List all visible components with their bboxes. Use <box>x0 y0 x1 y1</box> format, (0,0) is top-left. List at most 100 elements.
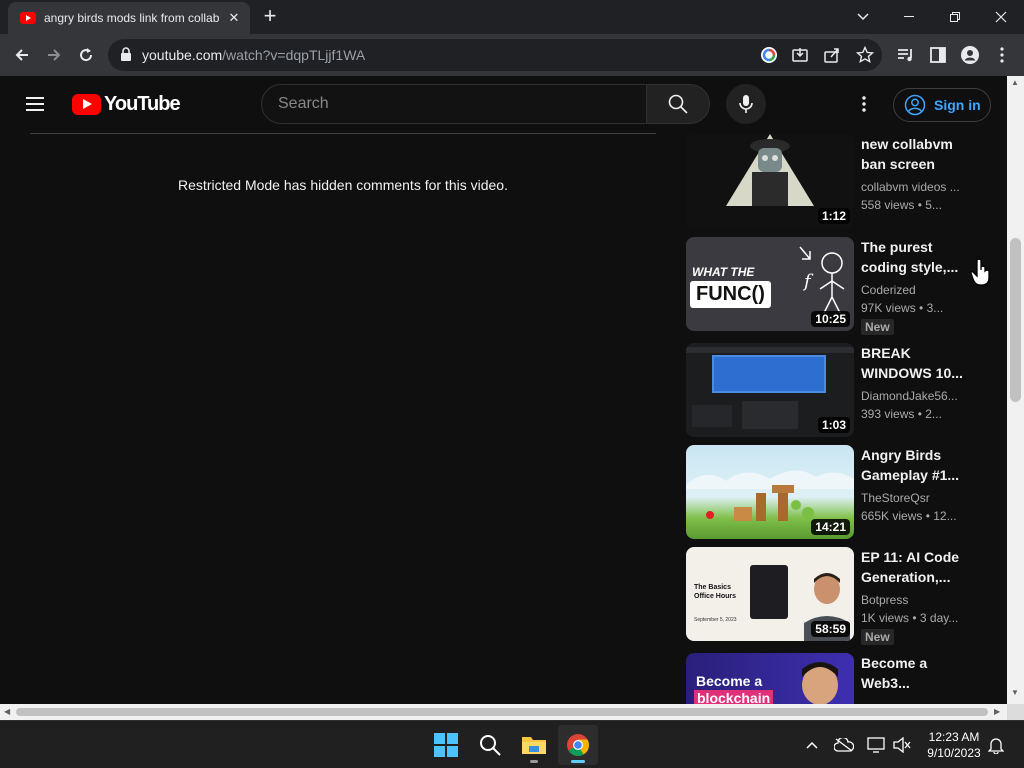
video-age: 3 day... <box>919 611 959 625</box>
video-channel[interactable]: Coderized <box>861 283 916 297</box>
minimize-button[interactable] <box>886 0 932 34</box>
thumbnail-text: The Basics Office Hours <box>694 584 737 600</box>
chrome-taskbar-button[interactable] <box>558 725 598 765</box>
horizontal-scrollbar[interactable]: ◀ ▶ <box>0 704 1007 720</box>
system-clock[interactable]: 12:23 AM 9/10/2023 <box>920 729 988 761</box>
browser-tab-strip: angry birds mods link from collab ✕ + <box>0 0 1024 34</box>
video-views: 1K views <box>861 611 910 625</box>
video-thumbnail[interactable]: Become a blockchain <box>686 653 854 704</box>
related-video-item[interactable]: 14:21 Angry Birds Gameplay #1... TheStor… <box>686 445 976 541</box>
voice-search-button[interactable] <box>726 84 766 124</box>
video-duration: 1:12 <box>817 208 850 224</box>
side-panel-button[interactable] <box>924 41 952 69</box>
search-button[interactable] <box>646 84 710 124</box>
video-thumbnail[interactable]: WHAT THE FUNC() f 10:25 <box>686 237 854 331</box>
clock-date: 9/10/2023 <box>927 746 981 760</box>
notifications-button[interactable] <box>986 735 1006 755</box>
profile-button[interactable] <box>956 41 984 69</box>
reload-button[interactable] <box>72 41 100 69</box>
video-thumbnail[interactable]: 14:21 <box>686 445 854 539</box>
video-meta: 665K views • 12... <box>861 509 957 523</box>
video-views: 393 views <box>861 407 915 421</box>
video-channel[interactable]: TheStoreQsr <box>861 491 930 505</box>
google-lens-icon[interactable] <box>760 46 778 64</box>
search-input[interactable] <box>278 94 628 114</box>
hamburger-menu-icon[interactable] <box>24 94 48 114</box>
start-button[interactable] <box>426 725 466 765</box>
thumbnail-text: FUNC() <box>690 281 771 308</box>
install-app-icon[interactable] <box>792 47 808 63</box>
related-video-item[interactable]: 1:12 new collabvm ban screen collabvm vi… <box>686 134 976 230</box>
youtube-favicon-icon <box>20 12 36 24</box>
close-window-button[interactable] <box>978 0 1024 34</box>
video-age: 12... <box>933 509 957 523</box>
video-title[interactable]: BREAK WINDOWS 10... <box>861 343 971 383</box>
chrome-icon <box>567 734 589 756</box>
related-video-item[interactable]: WHAT THE FUNC() f 10:25 The purest codin… <box>686 237 976 335</box>
network-button[interactable] <box>866 735 886 755</box>
volume-button[interactable] <box>892 735 912 755</box>
video-channel[interactable]: Botpress <box>861 593 908 607</box>
account-circle-icon <box>904 94 926 116</box>
video-thumbnail[interactable]: 1:12 <box>686 134 854 228</box>
file-explorer-button[interactable] <box>514 725 554 765</box>
scroll-down-icon[interactable]: ▼ <box>1011 688 1019 697</box>
video-title[interactable]: Angry Birds Gameplay #1... <box>861 445 971 485</box>
sign-in-button[interactable]: Sign in <box>893 88 991 122</box>
vertical-scroll-thumb[interactable] <box>1010 238 1021 402</box>
vertical-scrollbar[interactable]: ▲ ▼ <box>1007 76 1024 704</box>
url-text[interactable]: youtube.com/watch?v=dqpTLjjf1WA <box>142 47 365 63</box>
restore-button[interactable] <box>932 0 978 34</box>
restricted-mode-message: Restricted Mode has hidden comments for … <box>178 177 508 193</box>
thumbnail-text: WHAT THE <box>692 265 755 279</box>
close-icon <box>995 11 1007 23</box>
back-button[interactable] <box>8 41 36 69</box>
show-hidden-icons-button[interactable] <box>802 735 822 755</box>
video-title[interactable]: The purest coding style,... <box>861 237 971 277</box>
arrow-left-icon <box>15 49 28 61</box>
video-meta: 558 views • 5... <box>861 198 942 212</box>
share-icon[interactable] <box>824 47 840 63</box>
video-channel[interactable]: DiamondJake56... <box>861 389 958 403</box>
youtube-header: YouTube Sign in <box>0 76 1007 132</box>
video-title[interactable]: EP 11: AI Code Generation,... <box>861 547 971 587</box>
youtube-logo[interactable]: YouTube <box>72 92 181 116</box>
taskbar-search-button[interactable] <box>470 725 510 765</box>
scroll-up-icon[interactable]: ▲ <box>1011 78 1019 87</box>
settings-menu-button[interactable] <box>852 92 876 116</box>
related-video-item[interactable]: The Basics Office Hours September 5, 202… <box>686 547 976 645</box>
horizontal-scroll-thumb[interactable] <box>16 708 988 716</box>
video-channel[interactable]: collabvm videos ... <box>861 180 960 194</box>
windows-taskbar: 12:23 AM 9/10/2023 <box>0 720 1024 768</box>
video-thumbnail[interactable]: The Basics Office Hours September 5, 202… <box>686 547 854 641</box>
video-duration: 58:59 <box>811 621 850 637</box>
chevron-up-icon <box>806 741 818 749</box>
browser-menu-button[interactable] <box>988 41 1016 69</box>
bookmark-star-icon[interactable] <box>856 46 874 64</box>
sign-in-label: Sign in <box>934 97 981 113</box>
new-tab-button[interactable]: + <box>258 5 282 29</box>
video-thumbnail[interactable]: 1:03 <box>686 343 854 437</box>
browser-tab[interactable]: angry birds mods link from collab ✕ <box>8 2 250 34</box>
video-title[interactable]: Become a Web3... <box>861 653 971 693</box>
related-video-item[interactable]: 1:03 BREAK WINDOWS 10... DiamondJake56..… <box>686 343 976 439</box>
forward-button[interactable] <box>40 41 68 69</box>
address-bar[interactable]: youtube.com/watch?v=dqpTLjjf1WA <box>108 39 882 71</box>
tab-search-button[interactable] <box>840 0 886 34</box>
video-age: 5... <box>925 198 942 212</box>
scroll-right-icon[interactable]: ▶ <box>994 707 1000 716</box>
video-age: 2... <box>925 407 942 421</box>
presenter-art <box>802 662 838 704</box>
search-icon <box>668 94 688 114</box>
thumbnail-text: Become a <box>696 673 763 689</box>
video-title[interactable]: new collabvm ban screen <box>861 134 971 174</box>
tab-close-icon[interactable]: ✕ <box>226 10 242 26</box>
onedrive-button[interactable] <box>834 735 854 755</box>
more-vertical-icon <box>1000 47 1004 63</box>
scroll-left-icon[interactable]: ◀ <box>4 707 10 716</box>
lock-icon[interactable] <box>120 47 132 61</box>
related-video-item[interactable]: Become a blockchain Become a Web3... <box>686 653 976 704</box>
running-indicator <box>530 760 538 763</box>
media-controls-button[interactable] <box>892 41 920 69</box>
video-views: 558 views <box>861 198 915 212</box>
